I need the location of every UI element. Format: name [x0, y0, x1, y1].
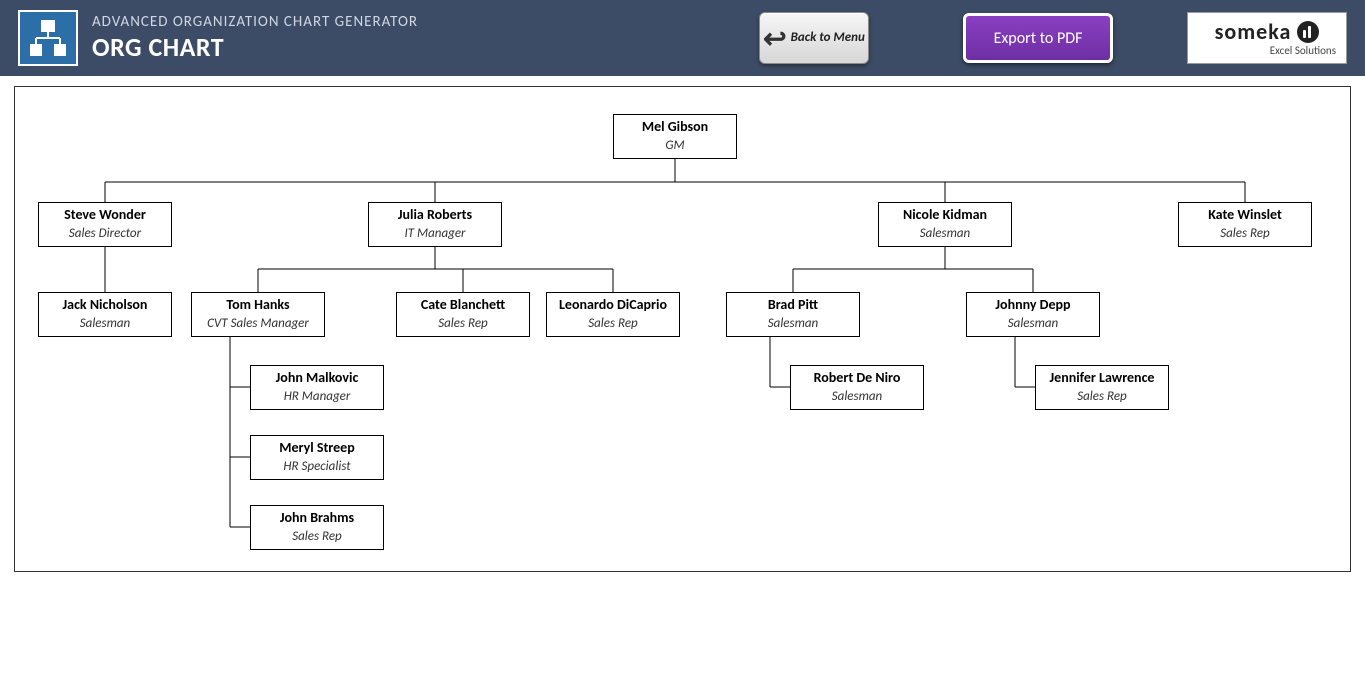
app-subtitle: ADVANCED ORGANIZATION CHART GENERATOR — [92, 13, 418, 31]
node-role: Sales Rep — [401, 316, 525, 331]
node-name: Julia Roberts — [373, 206, 497, 223]
node-name: Steve Wonder — [43, 206, 167, 223]
node-robert-de-niro[interactable]: Robert De Niro Salesman — [790, 365, 924, 410]
app-header: ADVANCED ORGANIZATION CHART GENERATOR OR… — [0, 0, 1365, 76]
node-role: GM — [618, 138, 732, 153]
node-john-malkovic[interactable]: John Malkovic HR Manager — [250, 365, 384, 410]
node-johnny-depp[interactable]: Johnny Depp Salesman — [966, 292, 1100, 337]
node-name: John Brahms — [255, 509, 379, 526]
node-role: Salesman — [971, 316, 1095, 331]
node-role: Salesman — [731, 316, 855, 331]
node-role: CVT Sales Manager — [196, 316, 320, 331]
brand-logo-icon — [1297, 21, 1319, 43]
node-role: IT Manager — [373, 226, 497, 241]
node-name: John Malkovic — [255, 369, 379, 386]
node-steve-wonder[interactable]: Steve Wonder Sales Director — [38, 202, 172, 247]
node-jennifer-lawrence[interactable]: Jennifer Lawrence Sales Rep — [1035, 365, 1169, 410]
node-julia-roberts[interactable]: Julia Roberts IT Manager — [368, 202, 502, 247]
node-name: Johnny Depp — [971, 296, 1095, 313]
node-nicole-kidman[interactable]: Nicole Kidman Salesman — [878, 202, 1012, 247]
node-role: HR Specialist — [255, 459, 379, 474]
node-meryl-streep[interactable]: Meryl Streep HR Specialist — [250, 435, 384, 480]
node-role: Salesman — [43, 316, 167, 331]
node-role: Salesman — [795, 389, 919, 404]
org-chart-canvas: Mel Gibson GM Steve Wonder Sales Directo… — [14, 86, 1351, 572]
node-name: Cate Blanchett — [401, 296, 525, 313]
title-block: ADVANCED ORGANIZATION CHART GENERATOR OR… — [92, 13, 418, 63]
node-name: Jack Nicholson — [43, 296, 167, 313]
node-role: Salesman — [883, 226, 1007, 241]
node-name: Robert De Niro — [795, 369, 919, 386]
node-root[interactable]: Mel Gibson GM — [613, 114, 737, 159]
node-role: Sales Rep — [1183, 226, 1307, 241]
app-logo — [18, 10, 78, 66]
orgchart-icon — [28, 18, 68, 58]
node-leonardo-dicaprio[interactable]: Leonardo DiCaprio Sales Rep — [546, 292, 680, 337]
node-role: HR Manager — [255, 389, 379, 404]
node-name: Mel Gibson — [618, 118, 732, 135]
node-role: Sales Rep — [255, 529, 379, 544]
node-name: Meryl Streep — [255, 439, 379, 456]
brand-name: someka — [1215, 21, 1292, 43]
node-jack-nicholson[interactable]: Jack Nicholson Salesman — [38, 292, 172, 337]
node-name: Brad Pitt — [731, 296, 855, 313]
node-role: Sales Director — [43, 226, 167, 241]
node-name: Tom Hanks — [196, 296, 320, 313]
back-to-menu-button[interactable]: ↩ Back to Menu — [759, 12, 869, 64]
export-button-label: Export to PDF — [994, 29, 1083, 48]
node-kate-winslet[interactable]: Kate Winslet Sales Rep — [1178, 202, 1312, 247]
back-button-label: Back to Menu — [791, 31, 865, 45]
node-role: Sales Rep — [1040, 389, 1164, 404]
page-title: ORG CHART — [92, 31, 418, 63]
node-role: Sales Rep — [551, 316, 675, 331]
export-pdf-button[interactable]: Export to PDF — [963, 13, 1113, 63]
node-name: Leonardo DiCaprio — [551, 296, 675, 313]
node-tom-hanks[interactable]: Tom Hanks CVT Sales Manager — [191, 292, 325, 337]
brand-subtitle: Excel Solutions — [1270, 45, 1336, 56]
back-arrow-icon: ↩ — [763, 21, 786, 56]
node-name: Kate Winslet — [1183, 206, 1307, 223]
brand-badge: someka Excel Solutions — [1187, 12, 1347, 64]
node-brad-pitt[interactable]: Brad Pitt Salesman — [726, 292, 860, 337]
node-cate-blanchett[interactable]: Cate Blanchett Sales Rep — [396, 292, 530, 337]
node-name: Jennifer Lawrence — [1040, 369, 1164, 386]
node-john-brahms[interactable]: John Brahms Sales Rep — [250, 505, 384, 550]
node-name: Nicole Kidman — [883, 206, 1007, 223]
